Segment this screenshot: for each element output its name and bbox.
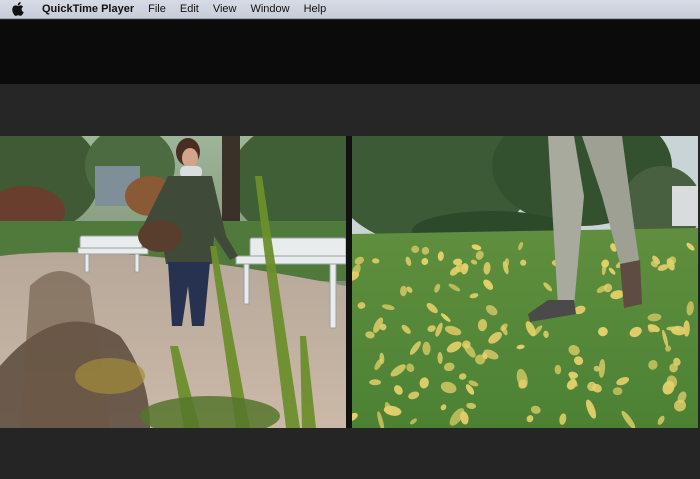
player-window-header [0,20,700,84]
menu-window[interactable]: Window [243,0,296,19]
menu-edit[interactable]: Edit [173,0,206,19]
leaf-lawn-scene-image [352,136,698,428]
menu-file[interactable]: File [141,0,173,19]
menu-help[interactable]: Help [297,0,334,19]
leaf-shape [369,379,381,386]
controls-area [0,428,700,479]
park-path-scene-image [0,136,346,428]
menu-view[interactable]: View [206,0,244,19]
menu-app-name[interactable]: QuickTime Player [38,0,141,19]
apple-logo-icon[interactable] [12,2,24,16]
video-frame-left[interactable] [0,136,346,428]
menu-bar: QuickTime Player File Edit View Window H… [0,0,700,19]
video-frame-right[interactable] [352,136,698,428]
